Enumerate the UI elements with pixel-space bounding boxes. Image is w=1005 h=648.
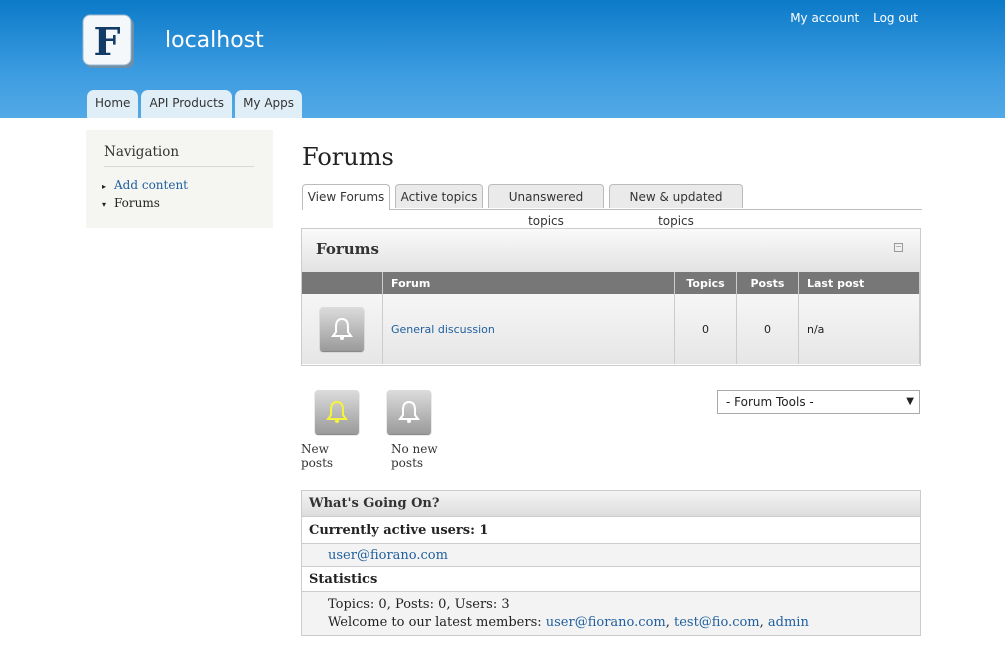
tab-active-topics[interactable]: Active topics	[395, 184, 483, 208]
whats-going-on-block: What's Going On? Currently active users:…	[301, 490, 921, 636]
posts-cell: 0	[736, 294, 799, 364]
primary-tabs: Home API Products My Apps	[87, 90, 303, 118]
forums-panel-title: Forums	[316, 240, 379, 258]
forum-link[interactable]: General discussion	[391, 323, 495, 336]
nav-item-add-content: ▸ Add content	[102, 178, 188, 192]
forum-status-cell	[302, 294, 383, 364]
secondary-menu: My account Log out	[780, 11, 918, 25]
forum-tools-value: - Forum Tools -	[726, 395, 814, 409]
tab-my-apps[interactable]: My Apps	[235, 90, 303, 118]
topics-cell: 0	[674, 294, 737, 364]
my-account-link[interactable]: My account	[790, 11, 859, 25]
member-link[interactable]: user@fiorano.com	[546, 615, 666, 630]
secondary-tabs: View Forums Active topics Unanswered top…	[302, 183, 922, 228]
welcome-prefix: Welcome to our latest members:	[328, 615, 542, 630]
forums-nav-label[interactable]: Forums	[114, 196, 160, 210]
site-header: F localhost My account Log out Home API …	[0, 0, 1005, 118]
member-link[interactable]: test@fio.com	[674, 615, 760, 630]
collapsed-arrow-icon: ▸	[102, 182, 107, 191]
no-new-posts-legend-bell-icon	[386, 390, 431, 434]
forum-tools-select[interactable]: - Forum Tools - ▼	[717, 390, 920, 414]
legend-no-new-posts: No new posts	[386, 390, 471, 470]
tab-view-forums[interactable]: View Forums	[302, 184, 390, 210]
nav-item-forums: ▾ Forums	[102, 196, 160, 210]
legend-new-posts: New posts	[301, 390, 363, 470]
collapse-icon[interactable]: −	[894, 243, 903, 252]
navigation-block: Navigation ▸ Add content ▾ Forums	[86, 130, 273, 228]
expanded-arrow-icon: ▾	[102, 200, 107, 209]
icon-column-header	[302, 272, 383, 294]
log-out-link[interactable]: Log out	[873, 11, 918, 25]
no-new-posts-bell-icon	[320, 307, 364, 351]
latest-members-line: Welcome to our latest members: user@fior…	[328, 615, 809, 630]
logo-letter: F	[94, 19, 121, 64]
forum-name-cell: General discussion	[382, 294, 675, 364]
active-user-link[interactable]: user@fiorano.com	[328, 548, 448, 563]
tab-new-updated-topics[interactable]: New & updated topics	[609, 184, 743, 228]
table-header-row: Forum Topics Posts Last post	[302, 272, 920, 294]
forum-column-header: Forum	[382, 272, 675, 294]
statistics-body: Topics: 0, Posts: 0, Users: 3 Welcome to…	[302, 592, 920, 635]
add-content-link[interactable]: Add content	[114, 178, 188, 192]
navigation-title: Navigation	[104, 144, 254, 167]
no-new-posts-label: No new posts	[391, 442, 438, 470]
posts-column-header: Posts	[736, 272, 799, 294]
active-users-list: user@fiorano.com	[302, 544, 920, 567]
table-row: General discussion 0 0 n/a	[302, 294, 920, 364]
tab-home[interactable]: Home	[87, 90, 139, 118]
whats-going-on-title: What's Going On?	[302, 491, 920, 517]
new-posts-bell-icon	[314, 390, 359, 434]
site-name[interactable]: localhost	[165, 28, 264, 53]
tab-api-products[interactable]: API Products	[141, 90, 233, 118]
topics-column-header: Topics	[674, 272, 737, 294]
active-users-heading: Currently active users: 1	[302, 517, 920, 544]
new-posts-label: New posts	[301, 442, 334, 470]
forums-panel: Forums − Forum Topics Posts Last post Ge…	[301, 228, 921, 366]
tab-unanswered-topics[interactable]: Unanswered topics	[488, 184, 604, 228]
forums-panel-header: Forums −	[302, 229, 920, 273]
site-logo[interactable]: F	[82, 14, 136, 70]
statistics-heading: Statistics	[302, 567, 920, 592]
forums-table: Forum Topics Posts Last post General dis…	[302, 272, 920, 364]
last-post-cell: n/a	[798, 294, 920, 364]
page-title: Forums	[302, 143, 394, 171]
last-post-column-header: Last post	[798, 272, 920, 294]
member-link[interactable]: admin	[768, 615, 809, 630]
stats-line: Topics: 0, Posts: 0, Users: 3	[328, 597, 510, 612]
dropdown-caret-icon: ▼	[906, 396, 914, 407]
